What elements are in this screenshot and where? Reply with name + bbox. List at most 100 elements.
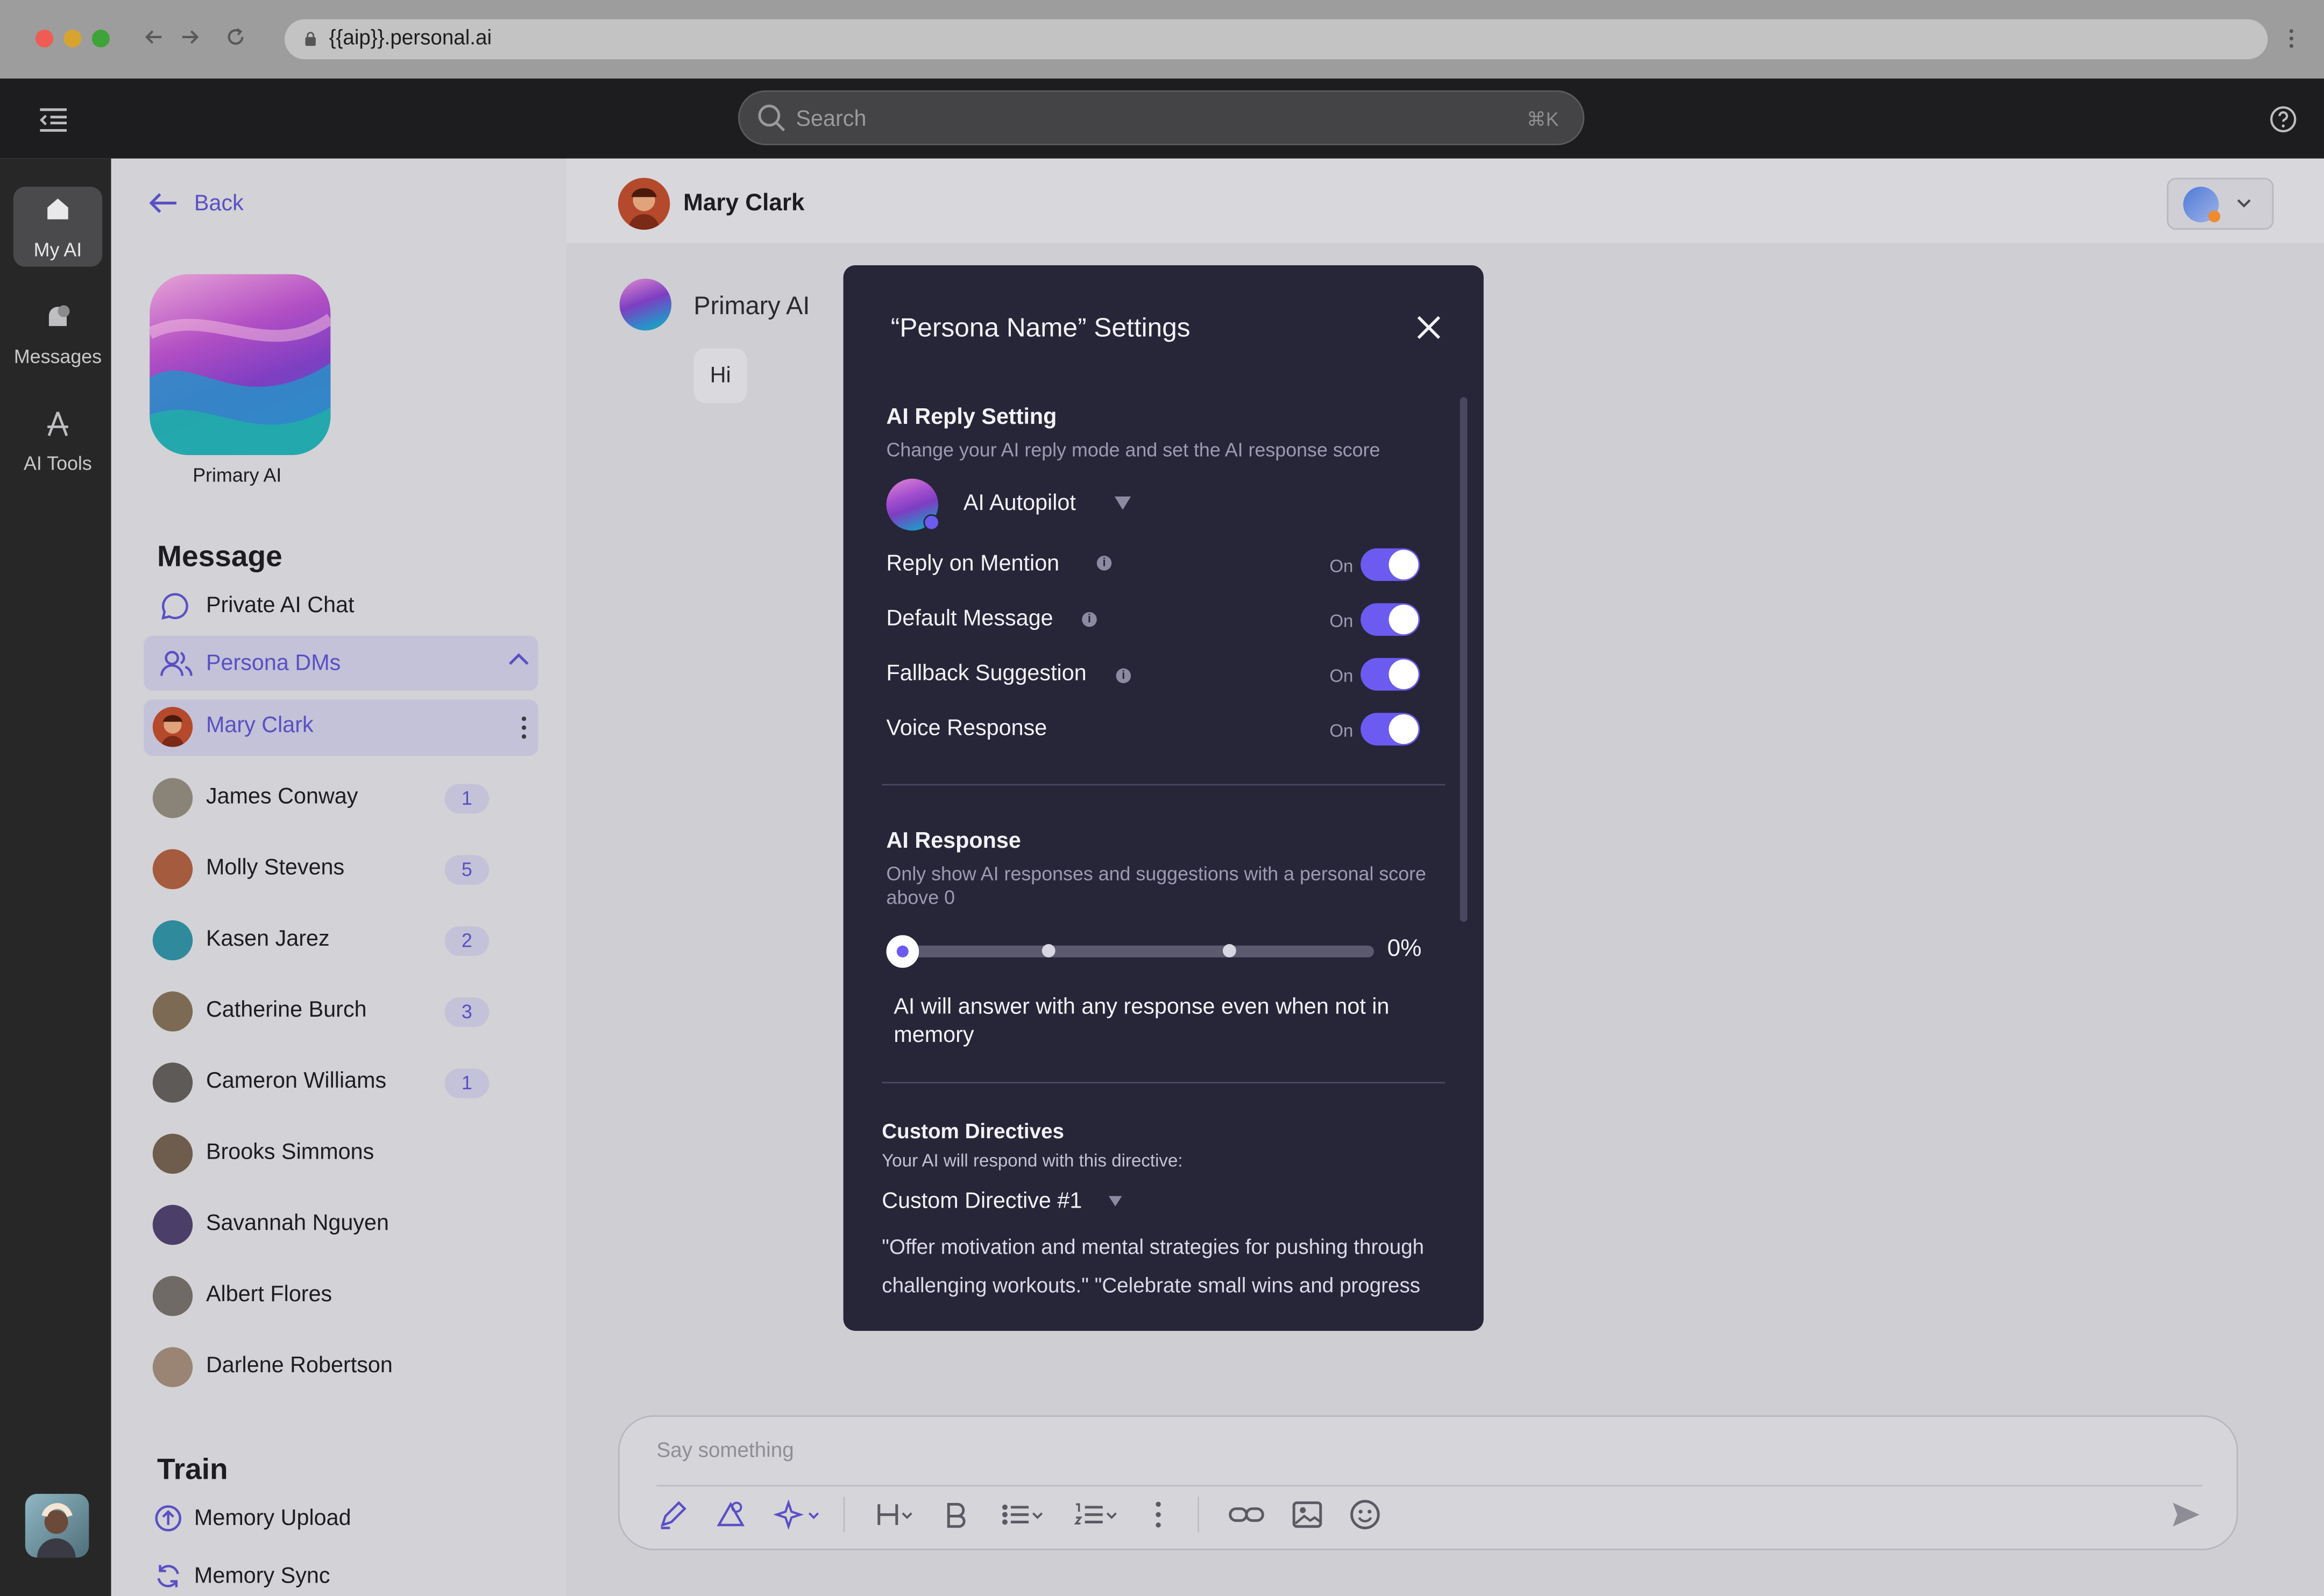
unread-badge: 5 xyxy=(444,855,490,885)
pen-icon[interactable] xyxy=(658,1500,688,1529)
chevron-up-icon[interactable] xyxy=(507,652,530,667)
bold-icon[interactable] xyxy=(943,1500,969,1529)
ai-sparkle-icon[interactable] xyxy=(774,1500,824,1530)
directive-select[interactable]: Custom Directive #1 xyxy=(882,1189,1082,1214)
image-icon[interactable] xyxy=(1291,1500,1324,1529)
section-divider xyxy=(882,1082,1446,1083)
persona-switcher[interactable] xyxy=(2166,178,2274,230)
chat-contact-name: Mary Clark xyxy=(683,191,805,217)
toggle-label: Fallback Suggestion xyxy=(886,661,1087,686)
active-contact-name: Mary Clark xyxy=(206,713,314,739)
avatar xyxy=(152,1347,193,1387)
status-dot xyxy=(923,514,940,531)
back-link[interactable]: Back xyxy=(194,191,244,216)
search-shortcut: ⌘K xyxy=(1526,108,1559,131)
fallback-suggestion-toggle[interactable] xyxy=(1361,658,1420,691)
sync-icon xyxy=(154,1562,182,1590)
toolbar-divider xyxy=(1198,1496,1199,1533)
message-bubble: Hi xyxy=(693,348,747,403)
help-icon[interactable] xyxy=(2269,105,2297,133)
reply-setting-description: Change your AI reply mode and set the AI… xyxy=(886,438,1380,461)
left-rail xyxy=(0,158,111,1596)
memory-upload[interactable]: Memory Upload xyxy=(194,1506,351,1531)
score-slider-track[interactable] xyxy=(902,945,1374,957)
persona-dms-label: Persona DMs xyxy=(206,650,341,676)
rail-item-ai-tools[interactable]: AI Tools xyxy=(13,400,102,480)
contact-name[interactable]: Molly Stevens xyxy=(206,855,344,881)
numbered-list-icon[interactable] xyxy=(1073,1500,1121,1529)
contact-name[interactable]: Savannah Nguyen xyxy=(206,1211,389,1236)
info-icon[interactable]: i xyxy=(1082,612,1097,627)
reply-setting-heading: AI Reply Setting xyxy=(886,405,1057,430)
close-icon[interactable] xyxy=(1415,314,1442,341)
slider-step-dot xyxy=(1222,944,1236,957)
unread-badge: 3 xyxy=(444,997,490,1027)
directives-description: Your AI will respond with this directive… xyxy=(882,1150,1183,1171)
back-arrow-icon[interactable] xyxy=(144,27,165,48)
private-ai-chat[interactable]: Private AI Chat xyxy=(206,593,355,618)
search-icon xyxy=(757,104,785,132)
send-icon[interactable] xyxy=(2170,1500,2202,1529)
info-icon[interactable]: i xyxy=(1096,556,1112,571)
slider-step-dot xyxy=(1041,944,1055,957)
reply-on-mention-toggle[interactable] xyxy=(1361,548,1420,581)
message-sender: Primary AI xyxy=(693,292,810,321)
heading-icon[interactable] xyxy=(875,1500,916,1529)
unread-badge: 2 xyxy=(444,926,490,956)
rail-item-messages[interactable]: Messages xyxy=(13,294,102,374)
more-vertical-icon[interactable] xyxy=(1154,1500,1162,1529)
forward-arrow-icon[interactable] xyxy=(179,27,200,48)
maximize-window-icon[interactable] xyxy=(91,30,110,48)
reload-icon[interactable] xyxy=(225,27,246,48)
home-icon xyxy=(45,196,72,223)
shapes-icon[interactable] xyxy=(716,1500,746,1529)
voice-response-toggle[interactable] xyxy=(1361,713,1420,746)
ai-response-description: Only show AI responses and suggestions w… xyxy=(886,862,1426,909)
upload-icon xyxy=(154,1504,182,1532)
avatar xyxy=(618,178,670,230)
ai-response-heading: AI Response xyxy=(886,828,1021,854)
persona-dms-group[interactable] xyxy=(144,635,539,691)
rail-item-my-ai[interactable]: My AI xyxy=(13,187,103,267)
bullet-list-icon[interactable] xyxy=(999,1500,1046,1529)
dropdown-triangle-icon[interactable] xyxy=(1108,1196,1122,1207)
sidebar-item-mary-clark[interactable] xyxy=(144,699,539,756)
emoji-icon[interactable] xyxy=(1349,1498,1381,1531)
composer[interactable] xyxy=(618,1415,2238,1550)
contact-name[interactable]: Darlene Robertson xyxy=(206,1353,393,1378)
reply-mode-value[interactable]: AI Autopilot xyxy=(963,491,1076,516)
close-window-icon[interactable] xyxy=(36,30,54,48)
toggle-state: On xyxy=(1329,611,1354,632)
contact-name[interactable]: Albert Flores xyxy=(206,1282,332,1307)
message-text: Hi xyxy=(710,363,731,388)
contact-name[interactable]: Cameron Williams xyxy=(206,1068,386,1094)
ai-tools-icon xyxy=(43,409,73,438)
contact-name[interactable]: Catherine Burch xyxy=(206,997,367,1023)
avatar xyxy=(152,849,193,890)
profile-name: Primary AI xyxy=(193,464,282,486)
url-text: {{aip}}.personal.ai xyxy=(329,25,492,49)
memory-sync[interactable]: Memory Sync xyxy=(194,1564,330,1589)
avatar xyxy=(152,991,193,1032)
user-avatar[interactable] xyxy=(25,1494,89,1558)
link-icon[interactable] xyxy=(1227,1500,1266,1529)
train-heading: Train xyxy=(157,1453,228,1487)
default-message-toggle[interactable] xyxy=(1361,603,1420,636)
toggle-state: On xyxy=(1329,720,1354,741)
info-icon[interactable]: i xyxy=(1116,668,1131,684)
url-bar[interactable] xyxy=(284,19,2268,60)
score-slider-thumb[interactable] xyxy=(886,935,919,968)
more-vertical-icon[interactable] xyxy=(520,716,528,740)
dropdown-triangle-icon[interactable] xyxy=(1114,496,1131,510)
contact-name[interactable]: James Conway xyxy=(206,784,358,809)
collapse-menu-icon[interactable] xyxy=(37,105,70,135)
scrollbar[interactable] xyxy=(1459,397,1468,922)
contact-name[interactable]: Brooks Simmons xyxy=(206,1140,374,1165)
back-icon[interactable] xyxy=(148,191,178,215)
messages-icon xyxy=(43,302,73,329)
minimize-window-icon[interactable] xyxy=(63,30,82,48)
contact-name[interactable]: Kasen Jarez xyxy=(206,926,330,952)
directive-text: "Offer motivation and mental strategies … xyxy=(882,1234,1425,1297)
browser-menu-icon[interactable] xyxy=(2287,28,2296,49)
toolbar-divider xyxy=(843,1496,845,1533)
